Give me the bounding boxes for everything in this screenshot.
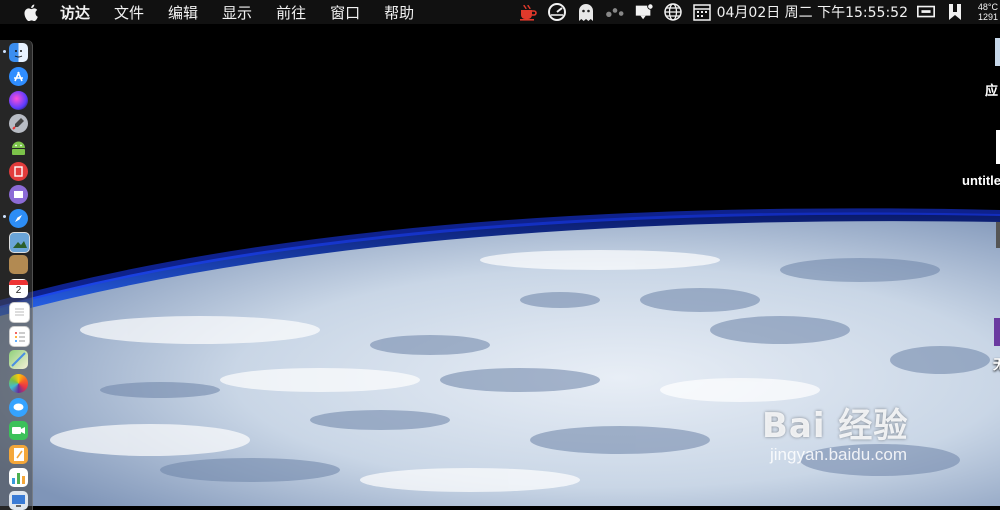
menu-help[interactable]: 帮助 [384, 2, 414, 23]
desktop-item-thumbnail[interactable] [996, 130, 1000, 164]
notes-brown-icon[interactable] [9, 255, 28, 274]
display-icon[interactable] [916, 2, 936, 22]
notification-icon[interactable] [634, 2, 654, 22]
facetime-icon[interactable] [9, 421, 28, 440]
weather-sub: 1291 [977, 12, 998, 22]
watermark-brand: Bai 经验 [762, 406, 909, 446]
weather-temp: 48°C [977, 2, 998, 12]
baidu-watermark: Bai 经验 jingyan.baidu.com [762, 398, 908, 465]
numbers-icon[interactable] [9, 468, 28, 487]
desktop-item-label[interactable]: 无 [993, 354, 1000, 373]
watermark-url: jingyan.baidu.com [770, 445, 908, 464]
notes-icon[interactable] [9, 302, 30, 323]
ghost-icon[interactable] [576, 2, 596, 22]
speedometer-icon[interactable] [547, 2, 567, 22]
calendar-icon[interactable] [692, 2, 712, 22]
safari-icon[interactable] [9, 209, 28, 228]
dock: 2 [0, 40, 33, 510]
desktop-item-label[interactable]: 应 [985, 80, 998, 99]
status-area: 04月02日 周二 下午15:55:52 48°C 1291 [518, 0, 1000, 24]
coffee-cup-icon[interactable] [518, 2, 538, 22]
clock[interactable]: 04月02日 周二 下午15:55:52 [717, 2, 908, 22]
reminders-icon[interactable] [9, 326, 30, 347]
dots-icon[interactable] [605, 2, 625, 22]
calendar-day: 2 [15, 285, 22, 296]
menu-go[interactable]: 前往 [276, 2, 306, 23]
menu-file[interactable]: 文件 [114, 2, 144, 23]
menu-window[interactable]: 窗口 [330, 2, 360, 23]
finder-icon[interactable] [9, 43, 28, 62]
desktop-item-thumbnail[interactable] [995, 38, 1000, 66]
photos-icon[interactable] [9, 374, 28, 393]
globe-icon[interactable] [663, 2, 683, 22]
launchpad-icon[interactable] [9, 114, 28, 133]
monitor-icon[interactable] [9, 491, 28, 510]
siri-icon[interactable] [9, 91, 28, 110]
pages-icon[interactable] [9, 445, 28, 464]
preview-icon[interactable] [9, 232, 30, 253]
desktop-item-thumbnail[interactable] [996, 222, 1000, 248]
menu-edit[interactable]: 编辑 [168, 2, 198, 23]
messages-icon[interactable] [9, 398, 28, 417]
android-icon[interactable] [9, 138, 28, 157]
calendar-app-icon[interactable]: 2 [9, 279, 28, 298]
bookmark-icon[interactable] [945, 2, 965, 22]
red-app-icon[interactable] [9, 162, 28, 181]
menu-bar: 访达 文件 编辑 显示 前往 窗口 帮助 04月02日 周二 下午15:55:5… [0, 0, 1000, 24]
weather-widget[interactable]: 48°C 1291 [974, 2, 998, 22]
menu-view[interactable]: 显示 [222, 2, 252, 23]
running-indicator [3, 50, 6, 53]
app-store-icon[interactable] [9, 67, 28, 86]
desktop-item-label[interactable]: untitle [962, 173, 1000, 188]
apple-logo-icon[interactable] [24, 3, 40, 21]
purple-app-icon[interactable] [9, 185, 28, 204]
maps-icon[interactable] [9, 350, 28, 369]
desktop-item-thumbnail[interactable] [994, 318, 1000, 346]
running-indicator [3, 215, 6, 218]
menu-finder[interactable]: 访达 [60, 2, 90, 23]
